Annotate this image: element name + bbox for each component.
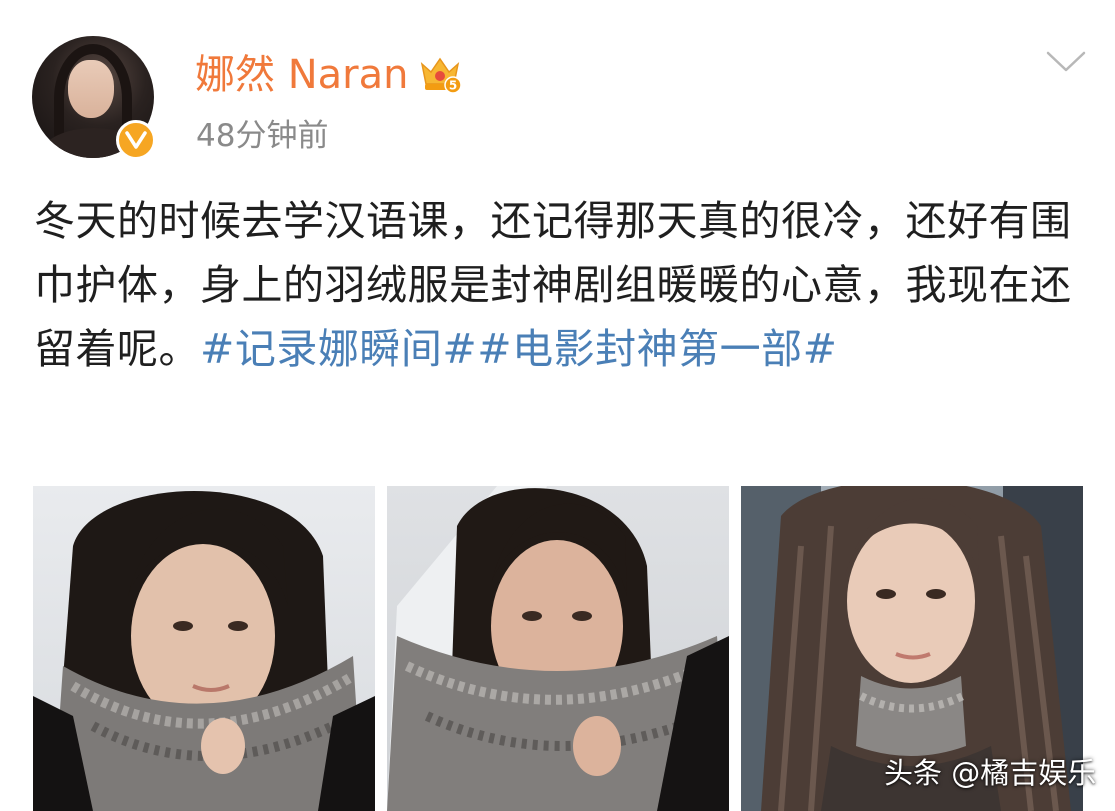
post-image-1[interactable] [33,486,375,811]
avatar-face [68,60,114,118]
author-name[interactable]: 娜然 Naran [195,50,408,100]
crown-level-icon[interactable]: 5 [418,54,462,94]
post-body: 冬天的时候去学汉语课，还记得那天真的很冷，还好有围巾护体，身上的羽绒服是封神剧组… [34,189,1080,381]
hashtag-link[interactable]: #电影封神第一部# [477,325,837,373]
verified-icon [116,120,156,160]
post-image-2[interactable] [387,486,729,811]
watermark: 头条 @橘吉娱乐 [884,756,1097,790]
chevron-down-icon[interactable] [1044,48,1088,76]
post-timestamp: 48分钟前 [196,118,329,154]
hashtag-link[interactable]: #记录娜瞬间# [200,325,477,373]
level-number: 5 [449,79,457,93]
